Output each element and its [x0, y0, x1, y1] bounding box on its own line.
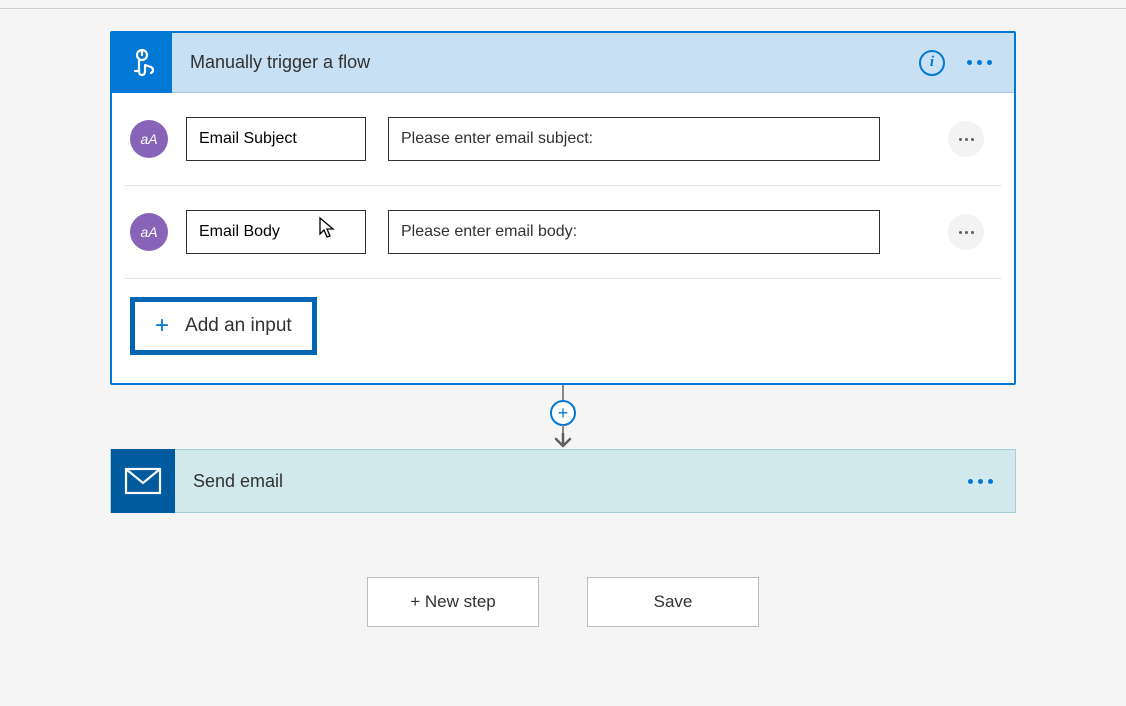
- add-input-button[interactable]: + Add an input: [130, 297, 317, 355]
- input-row: aA: [124, 93, 1002, 186]
- bottom-buttons: + New step Save: [367, 577, 759, 627]
- plus-icon: +: [155, 312, 169, 340]
- save-button[interactable]: Save: [587, 577, 759, 627]
- input-row-menu-icon[interactable]: [948, 121, 984, 157]
- input-description-field[interactable]: [388, 117, 880, 161]
- text-input-icon: aA: [130, 120, 168, 158]
- trigger-body: aA aA + Add an input: [112, 93, 1014, 383]
- input-row-menu-icon[interactable]: [948, 214, 984, 250]
- action-card[interactable]: Send email: [110, 449, 1016, 513]
- trigger-card: Manually trigger a flow i aA aA: [110, 31, 1016, 385]
- connector-line: [562, 425, 564, 433]
- action-title: Send email: [175, 471, 968, 492]
- connector: +: [550, 385, 576, 449]
- manual-trigger-icon: [112, 33, 172, 93]
- text-input-icon: aA: [130, 213, 168, 251]
- mail-icon: [111, 449, 175, 513]
- trigger-header[interactable]: Manually trigger a flow i: [112, 33, 1014, 93]
- connector-line: [562, 385, 564, 401]
- input-description-field[interactable]: [388, 210, 880, 254]
- input-name-field[interactable]: [186, 210, 366, 254]
- arrow-down-icon: [551, 433, 575, 449]
- trigger-menu-icon[interactable]: [967, 60, 992, 65]
- info-icon[interactable]: i: [919, 50, 945, 76]
- input-row: aA: [124, 186, 1002, 279]
- add-input-label: Add an input: [185, 315, 292, 337]
- insert-step-button[interactable]: +: [550, 400, 576, 426]
- trigger-title: Manually trigger a flow: [172, 52, 919, 73]
- flow-canvas: Manually trigger a flow i aA aA: [0, 9, 1126, 627]
- input-name-field[interactable]: [186, 117, 366, 161]
- new-step-button[interactable]: + New step: [367, 577, 539, 627]
- action-menu-icon[interactable]: [968, 479, 993, 484]
